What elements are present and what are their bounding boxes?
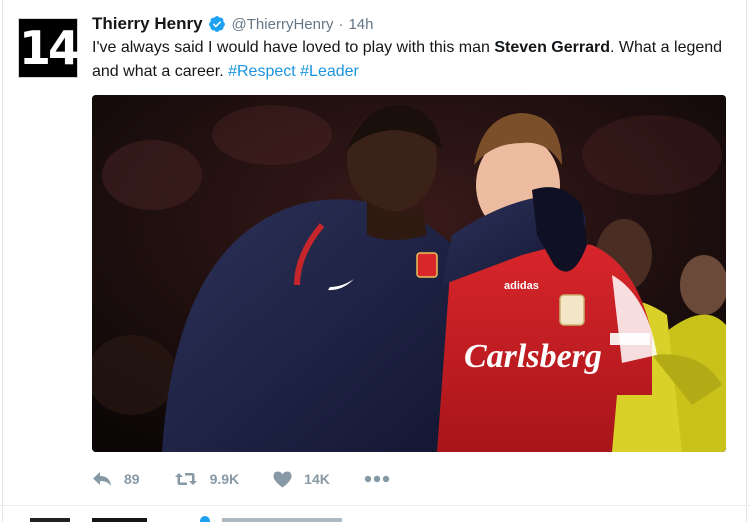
avatar[interactable]: 14 [18,18,80,78]
username[interactable]: @ThierryHenry [232,16,334,33]
heart-icon [273,471,292,487]
next-tweet-partial [0,506,750,522]
tweet-photo[interactable]: Carlsberg adidas [92,95,726,452]
retweet-count: 9.9K [209,471,240,487]
next-tweet-preview [30,516,342,522]
kit-brand-text: adidas [504,280,539,292]
hashtag-leader[interactable]: #Leader [300,63,359,80]
tweet-text-part: I've always said I would have loved to p… [92,39,495,56]
photo-footballers: Carlsberg adidas [92,95,726,452]
retweet-icon [174,473,197,485]
tweet-text: I've always said I would have loved to p… [92,36,732,84]
more-button[interactable] [364,475,402,483]
timestamp[interactable]: 14h [348,16,373,33]
more-dots-icon [364,475,390,483]
tweet-header: Thierry Henry @ThierryHenry · 14h [92,12,374,36]
display-name[interactable]: Thierry Henry [92,14,203,34]
retweet-button[interactable]: 9.9K [174,471,240,487]
reply-icon [93,472,111,486]
header-separator: · [338,15,344,33]
like-button[interactable]: 14K [273,471,330,488]
avatar-number: 14 [19,19,80,77]
like-count: 14K [304,471,330,487]
tweet[interactable]: 14 Thierry Henry @ThierryHenry · 14h I'v… [0,0,750,505]
hashtag-respect[interactable]: #Respect [228,63,296,80]
jersey-sponsor-text: Carlsberg [464,338,602,375]
reply-count: 89 [124,471,140,487]
reply-button[interactable]: 89 [92,471,140,487]
tweet-actions: 89 9.9K 14K [92,466,436,492]
verified-badge-icon [208,16,225,32]
tweet-text-bold: Steven Gerrard [494,39,610,56]
